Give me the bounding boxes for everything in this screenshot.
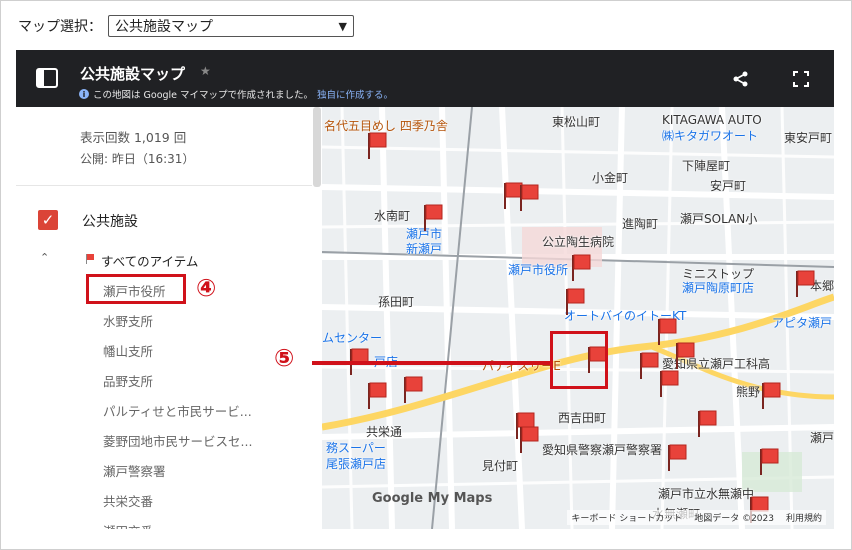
- flag-marker-icon[interactable]: [518, 183, 540, 211]
- map-place-label: 新瀬戸: [406, 242, 443, 256]
- map-place-label: 務スーパー: [326, 441, 386, 455]
- map-place-label: KITAGAWA AUTO: [662, 113, 762, 127]
- flag-marker-icon[interactable]: [570, 253, 592, 281]
- map-select[interactable]: 公共施設マップ ▼: [108, 15, 354, 37]
- map-subtitle: i この地図は Google マイマップで作成されました。 独自に作成する。: [79, 87, 393, 101]
- map-place-label: 共栄通: [366, 425, 403, 439]
- item-list: 瀬戸市役所 水野支所 幡山支所 品野支所 パルティせと市民サービ... 菱野団地…: [103, 281, 252, 529]
- layer-checkbox[interactable]: ✓: [38, 210, 58, 230]
- sidebar-toggle-icon[interactable]: [36, 68, 58, 88]
- create-own-link[interactable]: 独自に作成する。: [317, 87, 393, 101]
- chevron-down-icon: ▼: [338, 19, 347, 33]
- flag-marker-icon[interactable]: [760, 381, 782, 409]
- flag-marker-icon[interactable]: [638, 351, 660, 379]
- list-item[interactable]: 共栄交番: [103, 491, 252, 521]
- list-item[interactable]: 菱野団地市民サービスセ...: [103, 431, 252, 461]
- map-place-label: 進陶町: [622, 217, 659, 231]
- info-icon: i: [79, 89, 89, 99]
- list-item[interactable]: 水野支所: [103, 311, 252, 341]
- callout-box-5: [550, 331, 608, 389]
- map-place-label: 瀬戸市立水無瀬中: [658, 487, 755, 501]
- map-place-label: 愛知県警察瀬戸警察署: [542, 443, 663, 457]
- terms-link[interactable]: 利用規約: [786, 511, 822, 524]
- flag-marker-icon[interactable]: [758, 447, 780, 475]
- flag-marker-icon[interactable]: [674, 341, 696, 369]
- collapse-caret-icon[interactable]: ⌃: [40, 251, 49, 264]
- all-items-label[interactable]: すべてのアイテム: [101, 251, 198, 270]
- subtitle-text: この地図は Google マイマップで作成されました。: [93, 90, 314, 101]
- map-place-label: 瀬戸SOLAN小: [680, 212, 758, 226]
- map-title: 公共施設マップ: [80, 65, 186, 83]
- map-place-label: 水南町: [374, 209, 411, 223]
- map-place-label: 下陣屋町: [682, 159, 731, 173]
- flag-marker-icon[interactable]: [402, 375, 424, 403]
- map-place-label: 公立陶生病院: [542, 235, 615, 249]
- map-place-label: 東松山町: [552, 115, 601, 129]
- legend-panel: 表示回数 1,019 回 公開: 昨日（16:31） ✓ 公共施設 ⌃ すべての…: [16, 107, 322, 529]
- map-select-value: 公共施設マップ: [115, 19, 213, 35]
- flag-marker-icon[interactable]: [422, 203, 444, 231]
- map-footer: キーボード ショートカット 地図データ ©2023 利用規約: [567, 510, 826, 525]
- map-place-label: 見付町: [482, 459, 519, 473]
- flag-marker-icon[interactable]: [518, 425, 540, 453]
- map-place-label: 瀬戸市役所: [508, 263, 569, 277]
- map-place-label: 尾張瀬戸店: [326, 457, 387, 471]
- keyboard-shortcut-link[interactable]: キーボード ショートカット: [571, 511, 682, 524]
- published-date: 公開: 昨日（16:31）: [80, 152, 195, 166]
- callout-number-5: ⑤: [274, 344, 295, 372]
- list-item[interactable]: パルティせと市民サービ...: [103, 401, 252, 431]
- flag-marker-icon[interactable]: [366, 131, 388, 159]
- mymaps-header: 公共施設マップ ★ i この地図は Google マイマップで作成されました。 …: [16, 50, 834, 107]
- star-icon[interactable]: ★: [200, 64, 211, 78]
- flag-marker-icon[interactable]: [564, 287, 586, 315]
- panel-scrollbar[interactable]: [313, 107, 321, 187]
- map-place-label: アピタ瀬戸: [772, 316, 833, 330]
- callout-box-4: [86, 274, 186, 304]
- flag-marker-icon[interactable]: [696, 409, 718, 437]
- view-count: 表示回数 1,019 回: [80, 130, 187, 145]
- map-place-label: 安戸町: [710, 179, 747, 193]
- map-selector-row: マップ選択： 公共施設マップ ▼: [18, 14, 354, 38]
- map-place-label: 熊野: [736, 385, 761, 399]
- list-item[interactable]: 品野支所: [103, 371, 252, 401]
- callout-number-4: ④: [196, 274, 217, 302]
- map-place-label: 西吉田町: [558, 411, 607, 425]
- fullscreen-icon[interactable]: [792, 70, 810, 88]
- layer-name: 公共施設: [82, 214, 138, 230]
- divider: [16, 185, 312, 186]
- google-my-maps-logo: Google My Maps: [372, 491, 493, 506]
- flag-marker-icon[interactable]: [666, 443, 688, 471]
- flag-marker-icon[interactable]: [658, 369, 680, 397]
- map-data-text: 地図データ ©2023: [694, 514, 774, 524]
- flag-icon: [86, 254, 94, 264]
- map-place-label: 小金町: [592, 171, 629, 185]
- map-canvas[interactable]: 名代五目めし 四季乃舎 東松山町 KITAGAWA AUTO ㈱キタガワオート 東安戸町…: [322, 107, 834, 529]
- map-place-label: 瀬戸: [810, 431, 834, 445]
- map-place-label: 孫田町: [378, 295, 415, 309]
- map-place-label: ㈱キタガワオート: [662, 129, 759, 143]
- map-selector-label: マップ選択：: [18, 19, 102, 35]
- share-icon[interactable]: [732, 70, 750, 88]
- list-item[interactable]: 幡山支所: [103, 341, 252, 371]
- flag-marker-icon[interactable]: [366, 381, 388, 409]
- flag-marker-icon[interactable]: [794, 269, 816, 297]
- mymaps-embed: 公共施設マップ ★ i この地図は Google マイマップで作成されました。 …: [16, 50, 834, 529]
- list-item[interactable]: 瀬田交番: [103, 521, 252, 529]
- map-place-label: ムセンター: [322, 331, 383, 345]
- list-item[interactable]: 瀬戸警察署: [103, 461, 252, 491]
- callout-connector-line: [312, 361, 550, 365]
- map-place-label: 瀬戸陶原町店: [682, 281, 755, 295]
- map-place-label: 東安戸町: [784, 131, 833, 145]
